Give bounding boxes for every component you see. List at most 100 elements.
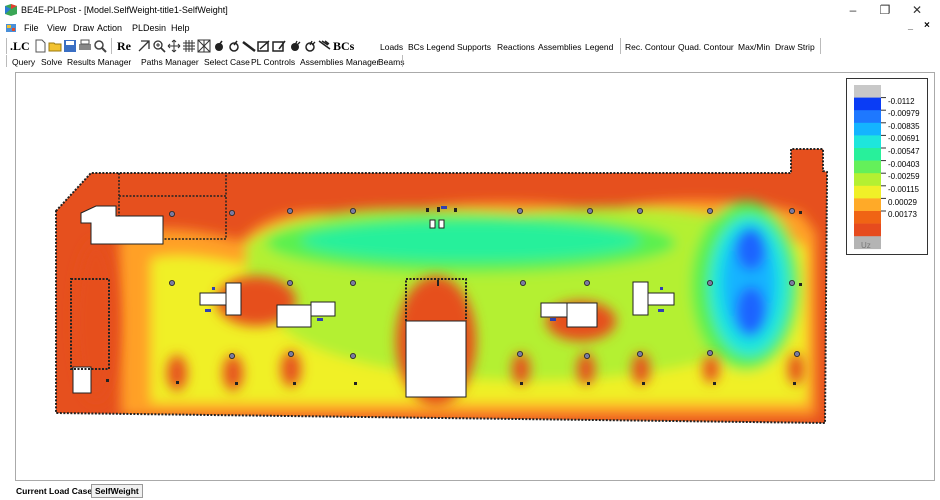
column [168, 210, 175, 217]
assemblies-manager-button[interactable]: Assemblies Manager [300, 57, 379, 67]
zoom-icon[interactable] [93, 39, 107, 53]
lc-button[interactable]: .LC [10, 39, 30, 54]
point-load-icon[interactable] [212, 39, 226, 53]
minimize-button[interactable]: – [838, 2, 868, 18]
contour-band-blue-lower [736, 286, 766, 336]
re-button[interactable]: Re [117, 39, 131, 54]
column [707, 349, 714, 356]
grid-icon[interactable] [182, 39, 196, 53]
toolbar-separator [620, 38, 621, 54]
mdi-close-button[interactable]: × [924, 20, 930, 31]
pan-icon[interactable] [167, 39, 181, 53]
paths-manager-button[interactable]: Paths Manager [141, 57, 199, 67]
marker [793, 382, 796, 385]
supports-button[interactable]: Supports [457, 42, 491, 52]
open-folder-icon[interactable] [48, 39, 62, 53]
column [707, 279, 714, 286]
close-button[interactable]: ✕ [902, 2, 932, 18]
menu-bar: File View Draw Action PLDesin Help [0, 20, 940, 36]
marker [106, 379, 109, 382]
marker [437, 207, 440, 212]
legend-color-swatch [854, 185, 881, 199]
rec-contour-button[interactable]: Rec. Contour [625, 42, 675, 52]
assemblies-button[interactable]: Assemblies [538, 42, 581, 52]
column [584, 279, 591, 286]
column [517, 350, 524, 357]
opening [566, 302, 598, 328]
legend-value: -0.00403 [888, 160, 920, 169]
mesh-icon[interactable] [197, 39, 211, 53]
window-title: BE4E-PLPost - [Model.SelfWeight-title1-S… [21, 5, 228, 15]
column [228, 209, 235, 216]
legend-color-swatch [854, 85, 881, 98]
legend-value: -0.00835 [888, 122, 920, 131]
save-icon[interactable] [63, 39, 77, 53]
opening [647, 292, 675, 306]
column [517, 207, 524, 214]
marker [212, 287, 215, 290]
moment-icon[interactable] [227, 39, 241, 53]
solve-button[interactable]: Solve [41, 57, 62, 67]
contour-patch-red-1 [223, 355, 243, 391]
select-case-button[interactable]: Select Case [204, 57, 250, 67]
secondary-toolbar: Query Solve Results Manager Paths Manage… [0, 55, 940, 69]
patch-load-icon[interactable] [272, 39, 286, 53]
load-case-value: SelfWeight [91, 484, 143, 498]
menu-view[interactable]: View [47, 23, 66, 33]
title-bar: BE4E-PLPost - [Model.SelfWeight-title1-S… [0, 0, 940, 20]
query-button[interactable]: Query [12, 57, 35, 67]
legend-value: -0.00547 [888, 147, 920, 156]
menu-pldesin[interactable]: PLDesin [132, 23, 166, 33]
area-load-icon[interactable] [257, 39, 271, 53]
line-load-icon[interactable] [242, 39, 256, 53]
toolbar-grip [6, 38, 7, 54]
mdi-minimize-button[interactable]: _ [908, 21, 913, 31]
marker [317, 318, 323, 321]
marker [799, 211, 802, 214]
bcs-legend-button[interactable]: BCs Legend [408, 42, 455, 52]
legend-value: 0.00029 [888, 198, 917, 207]
legend-color-swatch [854, 211, 881, 224]
results-manager-button[interactable]: Results Manager [67, 57, 131, 67]
zoom-in-icon[interactable] [152, 39, 166, 53]
legend-color-swatch [854, 223, 881, 237]
marker [176, 381, 179, 384]
legend-color-swatch [854, 148, 881, 161]
draw-strip-button[interactable]: Draw Strip [775, 42, 815, 52]
toolbar-separator [820, 38, 821, 54]
menu-action[interactable]: Action [97, 23, 122, 33]
bcs-button[interactable]: BCs [333, 39, 354, 54]
beams-button[interactable]: Beams [378, 57, 404, 67]
print-icon[interactable] [78, 39, 92, 53]
marker [658, 309, 664, 312]
legend-value: -0.0112 [888, 97, 915, 106]
menu-draw[interactable]: Draw [73, 23, 94, 33]
menu-file[interactable]: File [24, 23, 39, 33]
legend-value: -0.00259 [888, 172, 920, 181]
max-min-button[interactable]: Max/Min [738, 42, 770, 52]
legend-button[interactable]: Legend [585, 42, 613, 52]
legend-color-swatch [854, 198, 881, 212]
marker [550, 318, 556, 321]
new-file-icon[interactable] [33, 39, 47, 53]
reactions-button[interactable]: Reactions [497, 42, 535, 52]
contour-plot[interactable] [16, 73, 934, 480]
loads-button[interactable]: Loads [380, 42, 403, 52]
maximize-button[interactable]: ❐ [870, 2, 900, 18]
model-viewport[interactable] [15, 72, 935, 481]
status-bar: Current Load Case: SelfWeight [0, 482, 940, 500]
release-icon[interactable] [318, 39, 332, 53]
toolbar-separator [402, 55, 403, 67]
support-icon[interactable] [288, 39, 302, 53]
column [228, 352, 235, 359]
rotate-icon[interactable] [137, 39, 151, 53]
main-toolbar: .LC Re BCs Loads BCs Legend Supports Rea… [0, 36, 940, 91]
menu-help[interactable]: Help [171, 23, 190, 33]
quad-contour-button[interactable]: Quad. Contour [678, 42, 734, 52]
spring-icon[interactable] [303, 39, 317, 53]
column [707, 207, 714, 214]
opening [405, 320, 467, 398]
pl-controls-button[interactable]: PL Controls [251, 57, 295, 67]
contour-band-blue-upper [736, 227, 766, 271]
document-icon[interactable] [6, 23, 17, 33]
